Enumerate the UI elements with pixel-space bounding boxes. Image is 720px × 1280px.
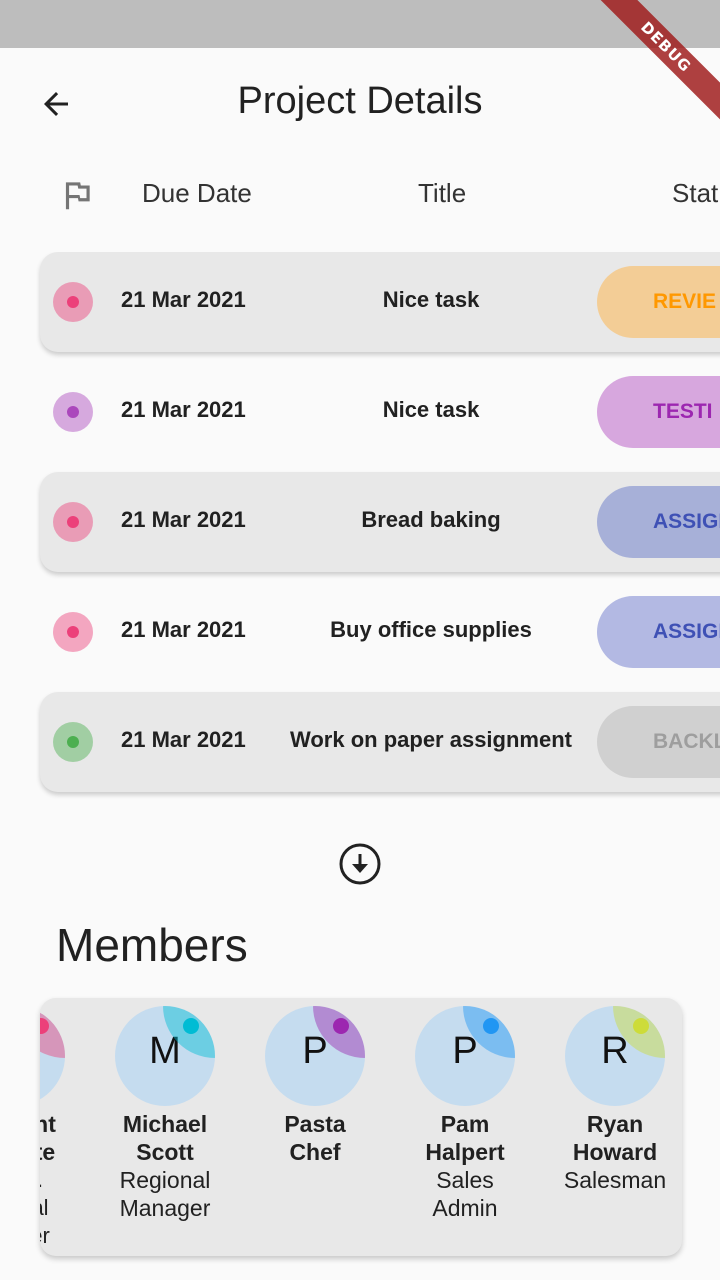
task-row[interactable]: 21 Mar 2021 Nice task REVIE	[40, 252, 720, 352]
priority-dot	[67, 296, 79, 308]
member-role: Salesman	[563, 1167, 667, 1193]
due-date-header[interactable]: Due Date	[142, 178, 252, 209]
task-row[interactable]: 21 Mar 2021 Buy office supplies ASSIGI	[40, 582, 720, 682]
member-role: . al er	[40, 1167, 50, 1248]
task-title: Nice task	[382, 287, 480, 312]
task-due-date: 21 Mar 2021	[121, 507, 246, 532]
priority-dot	[67, 406, 79, 418]
task-status-badge[interactable]: TESTI	[597, 376, 720, 448]
avatar: R	[565, 1006, 665, 1106]
priority-indicator	[53, 502, 93, 542]
task-title: Buy office supplies	[330, 617, 532, 642]
members-heading: Members	[56, 919, 248, 971]
priority-indicator	[53, 392, 93, 432]
badge-dot	[183, 1018, 199, 1034]
task-status-badge[interactable]: REVIE	[597, 266, 720, 338]
priority-indicator	[53, 612, 93, 652]
task-status-badge[interactable]: ASSIGI	[597, 486, 720, 558]
avatar: P	[415, 1006, 515, 1106]
badge-dot	[483, 1018, 499, 1034]
avatar: P	[265, 1006, 365, 1106]
task-due-date: 21 Mar 2021	[121, 397, 246, 422]
member-name: nt te	[40, 1111, 56, 1165]
badge-dot	[633, 1018, 649, 1034]
member-name: Michael Scott	[122, 1111, 208, 1165]
task-due-date: 21 Mar 2021	[121, 727, 246, 752]
table-header: Due Date Title Stat	[0, 160, 720, 226]
task-title: Work on paper assignment	[290, 727, 572, 752]
download-icon[interactable]	[338, 842, 382, 886]
page-title: Project Details	[237, 80, 483, 122]
task-title: Bread baking	[361, 507, 501, 532]
avatar-badge	[40, 1006, 65, 1058]
task-row[interactable]: 21 Mar 2021 Bread baking ASSIGI	[40, 472, 720, 572]
flag-icon	[65, 182, 90, 210]
avatar	[40, 1006, 65, 1106]
task-status-badge[interactable]: ASSIGI	[597, 596, 720, 668]
avatar: M	[115, 1006, 215, 1106]
task-status-badge[interactable]: BACKL	[597, 706, 720, 778]
priority-indicator	[53, 722, 93, 762]
priority-dot	[67, 516, 79, 528]
badge-dot	[40, 1018, 49, 1034]
task-row[interactable]: 21 Mar 2021 Nice task TESTI	[40, 362, 720, 462]
status-header[interactable]: Stat	[672, 178, 718, 209]
title-header[interactable]: Title	[418, 178, 466, 209]
task-row[interactable]: 21 Mar 2021 Work on paper assignment BAC…	[40, 692, 720, 792]
priority-indicator	[53, 282, 93, 322]
badge-dot	[333, 1018, 349, 1034]
member-role: Sales Admin	[432, 1167, 498, 1221]
priority-dot	[67, 626, 79, 638]
member-name: Pam Halpert	[425, 1111, 505, 1165]
member-name: Ryan Howard	[572, 1111, 658, 1165]
priority-dot	[67, 736, 79, 748]
members-carousel[interactable]: nt te . al er M Michael Scott Regional M…	[40, 998, 682, 1256]
task-due-date: 21 Mar 2021	[121, 617, 246, 642]
task-list: 21 Mar 2021 Nice task REVIE 21 Mar 2021 …	[0, 252, 720, 812]
task-due-date: 21 Mar 2021	[121, 287, 246, 312]
task-title: Nice task	[382, 397, 480, 422]
app-bar: Project Details	[0, 48, 720, 160]
member-name: Pasta Chef	[284, 1111, 346, 1165]
member-role: Regional Manager	[119, 1167, 211, 1221]
